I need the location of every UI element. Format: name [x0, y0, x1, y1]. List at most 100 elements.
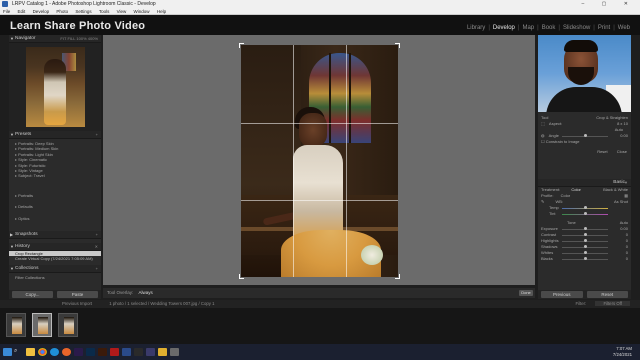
- module-map[interactable]: Map: [522, 25, 534, 31]
- paste-button[interactable]: Paste: [57, 291, 98, 298]
- filmstrip-filter: Filter: Filters Off: [576, 301, 630, 307]
- crop-handle-bottom-right[interactable]: [395, 274, 400, 279]
- crop-overlay-icon[interactable]: ⬚: [541, 121, 545, 126]
- mail-icon[interactable]: [134, 348, 143, 356]
- exposure-slider[interactable]: [562, 227, 608, 230]
- done-button[interactable]: Done: [519, 290, 533, 296]
- photo-preview[interactable]: [241, 45, 398, 277]
- menu-file[interactable]: File: [3, 9, 10, 14]
- highlights-slider[interactable]: [562, 239, 608, 242]
- navigator-header[interactable]: ▼ Navigator FIT FILL 100% 400%: [9, 35, 101, 43]
- collection-filter[interactable]: Filter Collections: [15, 275, 101, 280]
- presets-header[interactable]: ▼ Presets +: [9, 131, 101, 139]
- module-print[interactable]: Print: [598, 25, 610, 31]
- premiere-icon[interactable]: [74, 348, 83, 356]
- reset-button[interactable]: Reset: [586, 291, 628, 298]
- blacks-row: Blacks 0: [538, 256, 631, 262]
- preset-item[interactable]: Subject: Travel: [15, 173, 101, 178]
- contrast-slider[interactable]: [562, 233, 608, 236]
- lightroom-app-icon: [2, 1, 8, 7]
- blacks-slider[interactable]: [562, 257, 608, 260]
- presets-label: Presets: [15, 132, 32, 137]
- crop-reset-button[interactable]: Reset: [597, 149, 607, 154]
- filmstrip-thumbnail[interactable]: [58, 313, 78, 337]
- whites-slider[interactable]: [562, 251, 608, 254]
- window-mullion: [349, 53, 351, 143]
- slider-label: Highlights: [541, 238, 559, 243]
- tint-slider[interactable]: [562, 212, 608, 215]
- snapshots-header[interactable]: ▶ Snapshots +: [9, 231, 101, 239]
- previous-button[interactable]: Previous: [541, 291, 583, 298]
- chrome-icon[interactable]: [38, 348, 47, 356]
- illustrator-icon[interactable]: [98, 348, 107, 356]
- tool-overlay-select[interactable]: Always: [139, 290, 153, 295]
- navigator-zoom-options[interactable]: FIT FILL 100% 400%: [60, 35, 98, 43]
- menu-help[interactable]: Help: [157, 9, 166, 14]
- window-title-bar: LRPV Catalog 1 - Adobe Photoshop Lightro…: [0, 0, 640, 8]
- basic-header[interactable]: Basic ▼: [538, 179, 631, 187]
- menu-settings[interactable]: Settings: [75, 9, 91, 14]
- window-mullion: [329, 53, 331, 143]
- module-library[interactable]: Library: [467, 25, 485, 31]
- windows-taskbar: ⌕ 7:07 AM 7/24/2021: [0, 344, 640, 360]
- basic-panel: Basic ▼ Treatment: Color Black & White P…: [538, 179, 631, 262]
- filmstrip-thumbnail[interactable]: [6, 313, 26, 337]
- angle-label: Angle: [548, 133, 559, 138]
- menu-edit[interactable]: Edit: [18, 9, 26, 14]
- folder-icon[interactable]: [158, 348, 167, 356]
- store-icon[interactable]: [146, 348, 155, 356]
- auto-straighten-button[interactable]: Auto: [615, 127, 623, 132]
- wb-eyedropper-icon[interactable]: ✎: [541, 199, 544, 204]
- menu-view[interactable]: View: [117, 9, 127, 14]
- add-snapshot-icon[interactable]: +: [96, 231, 98, 239]
- explorer-icon[interactable]: [26, 348, 35, 356]
- treatment-color[interactable]: Color: [571, 187, 581, 192]
- shadows-slider[interactable]: [562, 245, 608, 248]
- preset-group[interactable]: Defaults: [15, 204, 101, 209]
- preset-group[interactable]: Portraits: [15, 193, 101, 198]
- history-header[interactable]: ▼ History ✕: [9, 243, 101, 251]
- add-collection-icon[interactable]: +: [96, 265, 98, 273]
- identity-plate: Learn Share Photo Video: [10, 20, 146, 32]
- menu-tools[interactable]: Tools: [99, 9, 110, 14]
- straighten-tool-icon[interactable]: ◍: [541, 133, 545, 138]
- crop-handle-top-right[interactable]: [395, 43, 400, 48]
- menu-photo[interactable]: Photo: [56, 9, 68, 14]
- collections-header[interactable]: ▼ Collections +: [9, 264, 101, 273]
- module-slideshow[interactable]: Slideshow: [563, 25, 590, 31]
- clear-history-icon[interactable]: ✕: [95, 243, 98, 251]
- angle-slider[interactable]: [562, 134, 608, 137]
- menu-develop[interactable]: Develop: [33, 9, 50, 14]
- menu-window[interactable]: Window: [134, 9, 150, 14]
- filter-select[interactable]: Filters Off: [595, 301, 630, 306]
- system-clock[interactable]: 7:07 AM 7/24/2021: [613, 346, 632, 357]
- profile-select[interactable]: Color: [561, 193, 571, 198]
- lightroom-icon[interactable]: [122, 348, 131, 356]
- copy-button[interactable]: Copy...: [12, 291, 53, 298]
- preset-group[interactable]: Optics: [15, 216, 101, 221]
- filmstrip-thumbnail[interactable]: [32, 313, 52, 337]
- firefox-icon[interactable]: [62, 348, 71, 356]
- constrain-checkbox[interactable]: ☐: [541, 139, 545, 144]
- windows-icon[interactable]: [3, 348, 12, 356]
- module-develop[interactable]: Develop: [493, 25, 515, 31]
- add-preset-icon[interactable]: +: [96, 131, 98, 139]
- settings-icon[interactable]: [170, 348, 179, 356]
- acrobat-icon[interactable]: [110, 348, 119, 356]
- crop-grid-line: [241, 200, 398, 201]
- module-book[interactable]: Book: [542, 25, 556, 31]
- history-item[interactable]: Create Virtual Copy (7/24/2021 7:05:09 A…: [9, 256, 101, 261]
- webcam-overlay: [538, 35, 631, 112]
- edge-icon[interactable]: [50, 348, 59, 356]
- image-canvas[interactable]: [103, 35, 535, 285]
- module-web[interactable]: Web: [618, 25, 630, 31]
- crop-handle-top-left[interactable]: [239, 43, 244, 48]
- crop-handle-bottom-left[interactable]: [239, 274, 244, 279]
- photoshop-icon[interactable]: [86, 348, 95, 356]
- temp-slider[interactable]: [562, 206, 608, 209]
- navigator-preview[interactable]: [9, 43, 101, 131]
- blacks-value[interactable]: 0: [626, 256, 628, 262]
- window-controls[interactable]: – ▢ ✕: [582, 0, 636, 8]
- crop-close-button[interactable]: Close: [617, 149, 627, 154]
- filmstrip-source[interactable]: Previous Import: [62, 301, 92, 306]
